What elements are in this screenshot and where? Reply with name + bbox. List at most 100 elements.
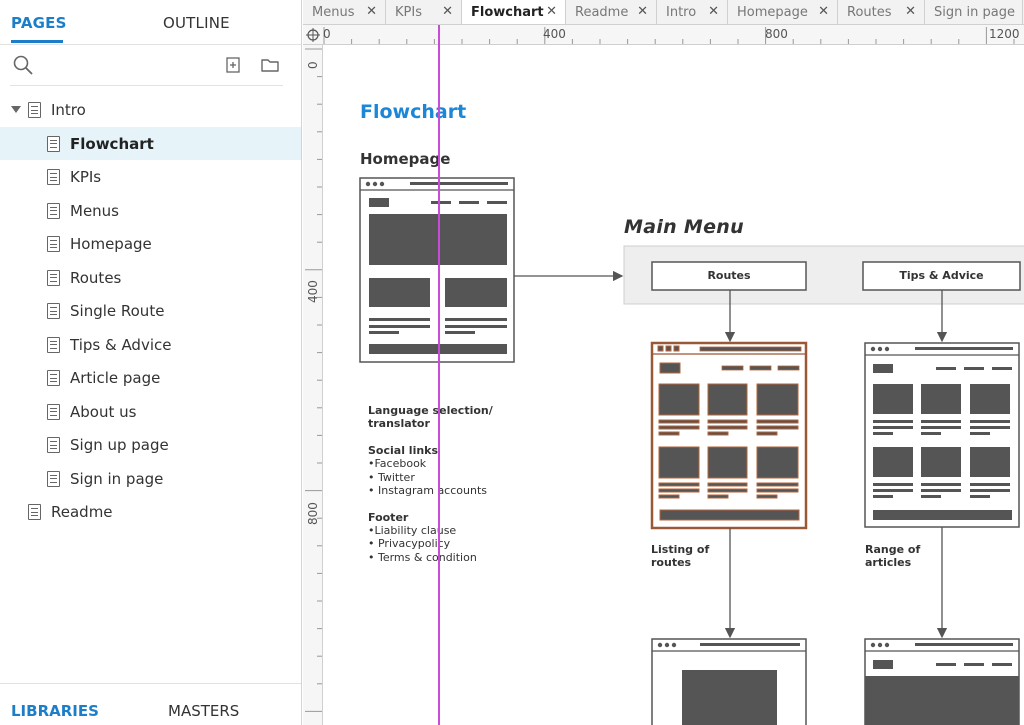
add-folder-icon[interactable]	[259, 54, 281, 76]
document-tab[interactable]: Intro ✕	[657, 0, 728, 24]
page-tree-label: Routes	[70, 268, 122, 287]
page-tree-label: Homepage	[70, 235, 152, 253]
document-tab[interactable]: Flowchart ✕	[462, 0, 566, 24]
routes-caption-line2: routes	[651, 556, 692, 569]
toolbar-divider	[10, 85, 283, 86]
page-tree-label: Readme	[51, 503, 113, 521]
document-tab[interactable]: KPIs ✕	[386, 0, 462, 24]
tab-libraries[interactable]: LIBRARIES	[11, 702, 99, 720]
footer-item: • Privacypolicy	[368, 537, 451, 550]
close-tab-icon[interactable]: ✕	[366, 4, 377, 19]
document-tab[interactable]: Homepage ✕	[728, 0, 838, 24]
page-tree-label: Sign up page	[70, 436, 169, 454]
page-tree-item[interactable]: Intro	[0, 93, 301, 127]
page-tree: Intro Flowchart KPIs Menus Homepage Routes Sin…	[0, 93, 301, 529]
page-icon	[47, 437, 60, 453]
document-tab-label: Menus	[312, 5, 355, 20]
single-route-wireframe[interactable]	[651, 638, 807, 725]
ruler-label-v800: 800	[306, 502, 320, 525]
ruler-label-v400: 400	[306, 280, 320, 303]
tab-pages[interactable]: PAGES	[11, 14, 67, 32]
page-tree-label: Menus	[70, 201, 119, 220]
page-tree-item[interactable]: Article page	[0, 361, 301, 395]
page-icon	[47, 336, 60, 353]
social-item: • Instagram accounts	[368, 484, 487, 497]
page-tree-label: Article page	[70, 369, 161, 387]
page-tree-label: Flowchart	[70, 134, 154, 153]
homepage-wireframe[interactable]	[359, 177, 515, 363]
close-tab-icon[interactable]: ✕	[442, 4, 453, 19]
articles-caption[interactable]: Range of articles	[865, 543, 920, 569]
flowchart-diagram	[359, 177, 1024, 725]
page-tree-label: KPIs	[70, 168, 102, 186]
footer-item: •Liability clause	[368, 523, 457, 537]
add-page-icon[interactable]	[222, 54, 244, 76]
page-tree-item[interactable]: Tips & Advice	[0, 328, 301, 362]
homepage-notes[interactable]: Language selection/ translator Social li…	[368, 404, 493, 564]
vertical-guide-line[interactable]	[438, 25, 440, 725]
page-tree-item[interactable]: About us	[0, 395, 301, 429]
ruler-label-0: 0	[323, 27, 331, 41]
document-tab-bar: Menus ✕ KPIs ✕ Flowchart ✕ Readme ✕ Intro ✕ Homepa…	[303, 0, 1024, 25]
close-tab-icon[interactable]: ✕	[818, 4, 829, 19]
close-tab-icon[interactable]: ✕	[637, 4, 648, 19]
document-tab[interactable]: Sign in page	[925, 0, 1023, 24]
main-menu-label[interactable]: Main Menu	[624, 216, 744, 238]
page-tree-label: Sign in page	[70, 469, 164, 488]
crosshair-icon[interactable]	[306, 28, 320, 42]
pages-toolbar	[0, 46, 301, 86]
page-tree-item[interactable]: KPIs	[0, 160, 301, 194]
page-icon	[47, 303, 60, 319]
ruler-label-400: 400	[543, 27, 566, 41]
document-tab-label: Homepage	[737, 5, 808, 20]
routes-caption[interactable]: Listing of routes	[651, 543, 709, 569]
page-tree-item[interactable]: Flowchart	[0, 126, 301, 160]
document-tab-label: KPIs	[395, 5, 422, 20]
page-tree-item[interactable]: Sign in page	[0, 462, 301, 496]
search-icon[interactable]	[12, 54, 34, 76]
ruler-ticks	[323, 27, 1015, 44]
page-tree-item[interactable]: Readme	[0, 495, 301, 529]
horizontal-ruler: 0 400 800 1200	[303, 25, 1024, 45]
article-page-wireframe[interactable]	[864, 638, 1020, 725]
social-item: •Facebook	[368, 457, 427, 470]
expand-arrow-icon[interactable]	[11, 106, 21, 113]
flowchart-title[interactable]: Flowchart	[360, 101, 466, 123]
document-tab-label: Intro	[666, 5, 697, 20]
language-note-title: Language selection/	[368, 404, 493, 417]
page-icon	[47, 135, 60, 152]
page-tree-label: Single Route	[70, 302, 165, 320]
ruler-label-v0: 0	[306, 61, 320, 69]
page-icon	[28, 504, 41, 520]
document-tab-label: Sign in page	[934, 5, 1015, 20]
bottom-tabs: LIBRARIES MASTERS	[0, 683, 301, 725]
page-icon	[47, 202, 60, 219]
tab-outline[interactable]: OUTLINE	[163, 14, 230, 32]
ruler-label-800: 800	[765, 27, 788, 41]
document-tab[interactable]: Routes ✕	[838, 0, 925, 24]
document-tab[interactable]: Menus ✕	[303, 0, 386, 24]
homepage-label[interactable]: Homepage	[360, 150, 450, 168]
footer-item: • Terms & condition	[368, 550, 477, 564]
page-tree-item[interactable]: Homepage	[0, 227, 301, 261]
document-tab-label: Readme	[575, 5, 629, 20]
page-tree-item[interactable]: Menus	[0, 194, 301, 228]
document-tab[interactable]: Readme ✕	[566, 0, 657, 24]
pages-panel: PAGES OUTLINE Intro Flowchart KPIs Menus Hom…	[0, 0, 302, 725]
page-tree-item[interactable]: Sign up page	[0, 428, 301, 462]
page-icon	[47, 269, 60, 286]
close-tab-icon[interactable]: ✕	[905, 4, 916, 19]
page-icon	[28, 102, 41, 118]
page-tree-label: About us	[70, 402, 137, 421]
tab-masters[interactable]: MASTERS	[168, 702, 239, 720]
close-tab-icon[interactable]: ✕	[546, 4, 557, 19]
articles-caption-line2: articles	[865, 556, 912, 569]
social-item: • Twitter	[368, 470, 415, 484]
articles-range-wireframe[interactable]	[864, 342, 1020, 528]
page-tree-item[interactable]: Single Route	[0, 294, 301, 328]
routes-listing-wireframe[interactable]	[650, 341, 808, 530]
panel-tabs: PAGES OUTLINE	[0, 0, 301, 45]
page-tree-item[interactable]: Routes	[0, 261, 301, 295]
close-tab-icon[interactable]: ✕	[708, 4, 719, 19]
design-canvas[interactable]: Flowchart Homepage Main Menu Routes Tips…	[324, 46, 1024, 725]
